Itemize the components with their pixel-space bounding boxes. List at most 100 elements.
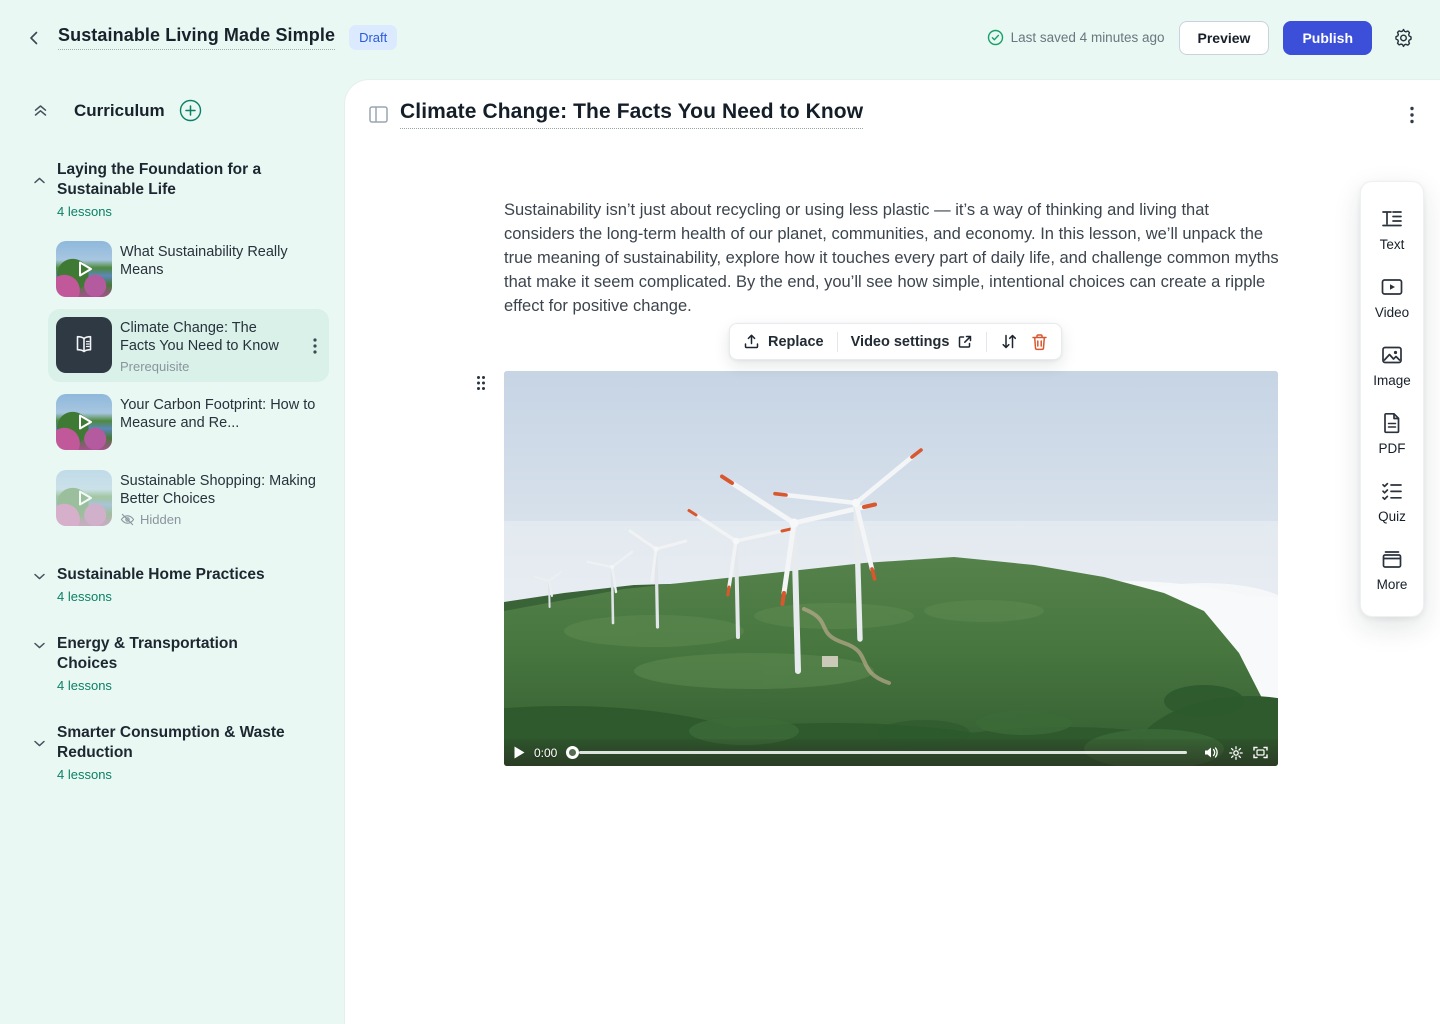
toolbar-divider <box>837 332 838 352</box>
progress-track[interactable] <box>579 751 1187 754</box>
curriculum-section: Laying the Foundation for a Sustainable … <box>32 160 329 535</box>
expand-section-button[interactable] <box>32 723 57 763</box>
add-more-block-button[interactable]: More <box>1361 535 1423 603</box>
lesson-title: Sustainable Shopping: Making Better Choi… <box>120 472 321 508</box>
pdf-block-icon <box>1380 411 1404 435</box>
plus-circle-icon <box>179 99 202 122</box>
more-blocks-icon <box>1380 547 1404 571</box>
image-block-icon <box>1380 343 1404 367</box>
section-title[interactable]: Sustainable Home Practices <box>57 565 265 585</box>
topbar: Sustainable Living Made Simple Draft Las… <box>0 0 1440 75</box>
lesson-item[interactable]: What Sustainability Really Means <box>48 233 329 305</box>
section-title[interactable]: Energy & Transportation Choices <box>57 634 292 674</box>
kebab-menu-icon <box>1410 106 1414 124</box>
fullscreen-icon <box>1253 746 1268 759</box>
lesson-article-tile <box>56 317 112 373</box>
curriculum-section: Sustainable Home Practices 4 lessons <box>32 565 329 604</box>
fullscreen-button[interactable] <box>1253 746 1268 759</box>
replace-video-button[interactable]: Replace <box>743 333 824 350</box>
block-drag-handle[interactable] <box>476 375 486 391</box>
video-block-icon <box>1380 275 1404 299</box>
quiz-block-icon <box>1380 479 1404 503</box>
lesson-item[interactable]: Your Carbon Footprint: How to Measure an… <box>48 386 329 458</box>
status-badge: Draft <box>349 25 397 50</box>
lesson-options-button[interactable] <box>1406 102 1418 128</box>
add-quiz-block-button[interactable]: Quiz <box>1361 467 1423 535</box>
video-frame-wind-turbines <box>504 371 1278 766</box>
lesson-title: Your Carbon Footprint: How to Measure an… <box>120 396 321 432</box>
upload-icon <box>743 333 760 350</box>
settings-gear-button[interactable] <box>1388 23 1418 53</box>
lesson-intro-paragraph[interactable]: Sustainability isn’t just about recyclin… <box>504 198 1280 318</box>
section-lesson-count: 4 lessons <box>57 767 292 782</box>
expand-section-button[interactable] <box>32 566 57 586</box>
curriculum-sidebar: Curriculum Laying the Foundation for a S… <box>0 75 345 1024</box>
lesson-subtitle: Hidden <box>120 512 321 527</box>
drag-dots-icon <box>476 375 486 391</box>
preview-button[interactable]: Preview <box>1179 21 1270 55</box>
lesson-item-selected[interactable]: Climate Change: The Facts You Need to Kn… <box>48 309 329 382</box>
add-section-button[interactable] <box>179 99 202 122</box>
play-icon <box>56 394 112 450</box>
swap-vertical-icon <box>1000 333 1018 350</box>
external-link-icon <box>957 334 973 350</box>
check-circle-icon <box>987 29 1004 46</box>
open-book-icon <box>70 331 98 359</box>
panel-layout-icon <box>369 106 388 123</box>
lesson-subtitle: Prerequisite <box>120 359 288 374</box>
curriculum-section: Smarter Consumption & Waste Reduction 4 … <box>32 723 329 782</box>
player-settings-button[interactable] <box>1229 746 1243 760</box>
play-icon <box>514 746 525 759</box>
video-settings-button[interactable]: Video settings <box>851 334 974 350</box>
collapse-section-button[interactable] <box>32 160 57 200</box>
lesson-title: What Sustainability Really Means <box>120 243 321 279</box>
video-player[interactable]: 0:00 <box>504 371 1278 766</box>
toolbar-divider <box>986 332 987 352</box>
add-pdf-block-button[interactable]: PDF <box>1361 399 1423 467</box>
course-title[interactable]: Sustainable Living Made Simple <box>58 25 335 50</box>
lesson-menu-button[interactable] <box>309 334 321 358</box>
section-lesson-count: 4 lessons <box>57 678 292 693</box>
expand-section-button[interactable] <box>32 635 57 655</box>
chevron-up-icon <box>32 173 47 188</box>
play-button[interactable] <box>514 746 525 759</box>
play-icon <box>56 470 112 526</box>
last-saved-status: Last saved 4 minutes ago <box>987 29 1165 46</box>
text-block-icon <box>1380 207 1404 231</box>
lesson-page-title[interactable]: Climate Change: The Facts You Need to Kn… <box>400 100 863 129</box>
move-block-button[interactable] <box>1000 333 1018 350</box>
section-lesson-count: 4 lessons <box>57 589 265 604</box>
delete-block-button[interactable] <box>1031 333 1048 351</box>
volume-icon <box>1204 746 1219 759</box>
video-control-bar: 0:00 <box>504 739 1278 766</box>
kebab-menu-icon <box>313 338 317 354</box>
section-title[interactable]: Laying the Foundation for a Sustainable … <box>57 160 292 200</box>
eye-off-icon <box>120 513 135 526</box>
lesson-video-thumbnail <box>56 394 112 450</box>
lesson-video-thumbnail <box>56 241 112 297</box>
chevron-down-icon <box>32 569 47 584</box>
scrubber-knob[interactable] <box>566 746 579 759</box>
back-button[interactable] <box>20 24 48 52</box>
double-chevron-up-icon <box>32 102 49 119</box>
publish-button[interactable]: Publish <box>1283 21 1372 55</box>
volume-button[interactable] <box>1204 746 1219 759</box>
player-gear-icon <box>1229 746 1243 760</box>
lesson-video-thumbnail <box>56 470 112 526</box>
add-image-block-button[interactable]: Image <box>1361 331 1423 399</box>
section-lesson-count: 4 lessons <box>57 204 292 219</box>
trash-icon <box>1031 333 1048 351</box>
add-video-block-button[interactable]: Video <box>1361 263 1423 331</box>
curriculum-heading: Curriculum <box>74 101 165 121</box>
play-icon <box>56 241 112 297</box>
chevron-down-icon <box>32 736 47 751</box>
section-title[interactable]: Smarter Consumption & Waste Reduction <box>57 723 292 763</box>
curriculum-section: Energy & Transportation Choices 4 lesson… <box>32 634 329 693</box>
lesson-title: Climate Change: The Facts You Need to Kn… <box>120 319 288 355</box>
add-text-block-button[interactable]: Text <box>1361 195 1423 263</box>
gear-icon <box>1393 27 1414 48</box>
video-block-toolbar: Replace Video settings <box>729 323 1062 360</box>
lesson-item-hidden[interactable]: Sustainable Shopping: Making Better Choi… <box>48 462 329 535</box>
toggle-sidebar-button[interactable] <box>369 106 388 123</box>
collapse-all-button[interactable] <box>32 102 49 119</box>
